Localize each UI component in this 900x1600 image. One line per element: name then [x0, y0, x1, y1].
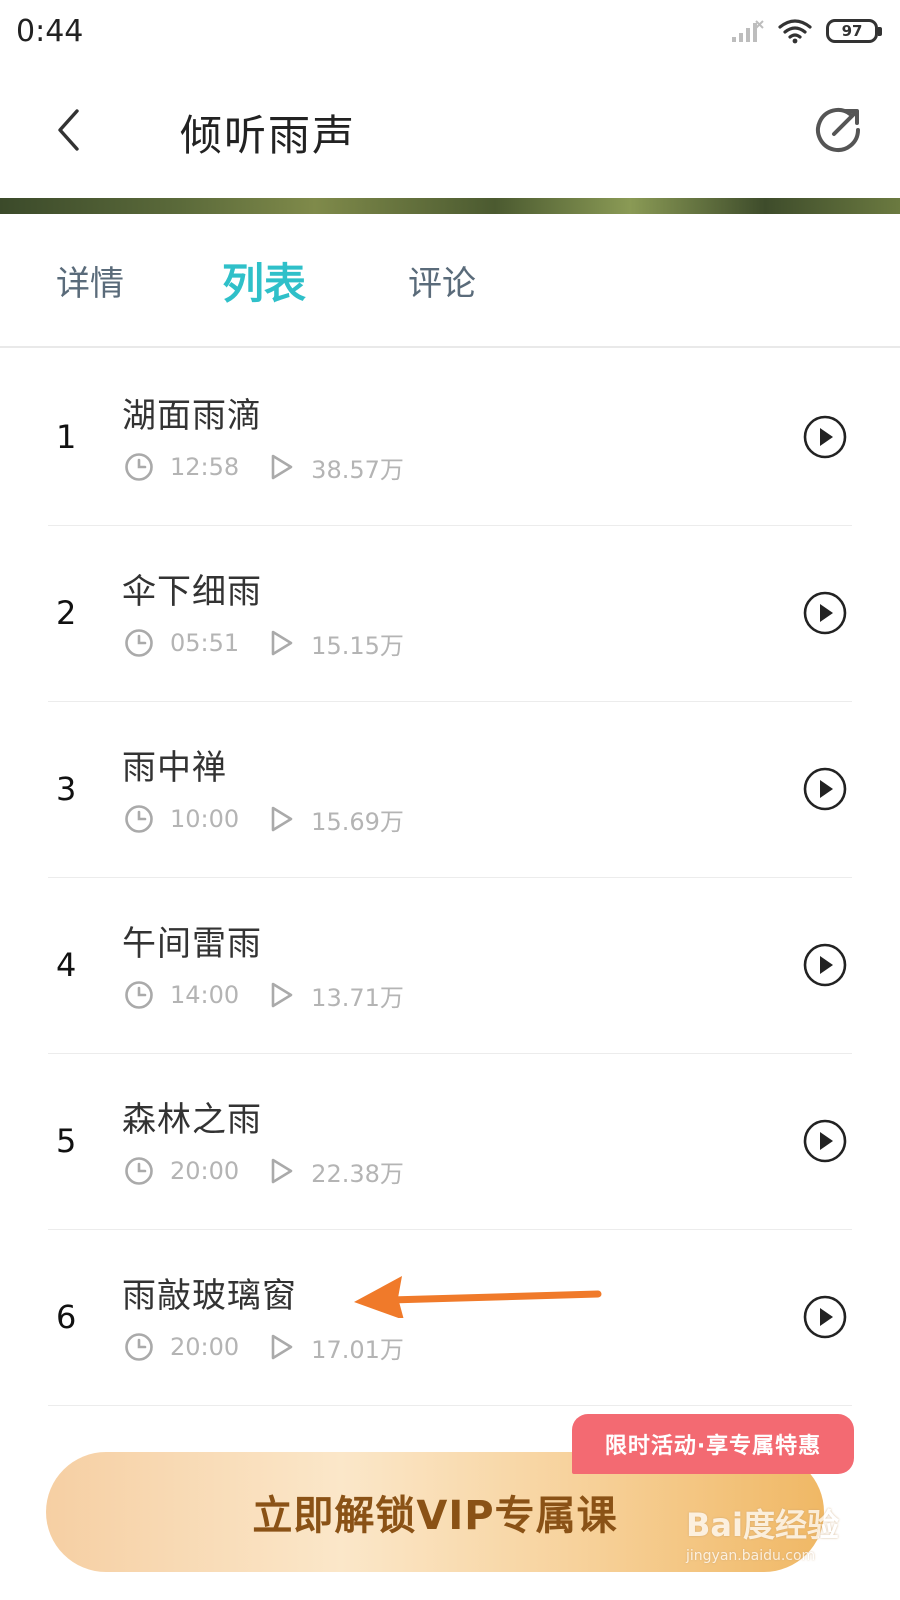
tab-list[interactable]: 列表 — [222, 250, 306, 311]
list-item[interactable]: 2 伞下细雨 05:51 15.15万 — [0, 526, 900, 702]
track-plays: 15.15万 — [311, 631, 404, 660]
track-plays: 38.57万 — [311, 455, 404, 484]
share-button[interactable] — [812, 104, 864, 156]
annotation-arrow-icon — [354, 1276, 602, 1318]
track-title: 雨中禅 — [122, 748, 227, 788]
tab-comments[interactable]: 评论 — [408, 256, 476, 305]
track-duration: 20:00 — [170, 1333, 240, 1361]
share-icon — [816, 108, 860, 152]
list-item[interactable]: 6 雨敲玻璃窗 20:00 17.01万 — [0, 1230, 900, 1406]
unlock-vip-label: 立即解锁VIP专属课 — [252, 1493, 618, 1539]
track-meta: 20:00 17.01万 — [124, 1330, 404, 1364]
track-index: 5 — [56, 1122, 77, 1160]
track-index: 6 — [56, 1298, 77, 1336]
play-button[interactable] — [802, 1294, 848, 1340]
divider — [48, 1405, 852, 1406]
list-item[interactable]: 1 湖面雨滴 12:58 38.57万 — [0, 350, 900, 526]
clock-icon — [125, 981, 153, 1009]
track-duration: 10:00 — [170, 805, 240, 833]
track-duration: 14:00 — [170, 981, 240, 1009]
wifi-icon — [778, 19, 812, 44]
track-title: 雨敲玻璃窗 — [122, 1276, 297, 1316]
status-icons: 97 — [730, 16, 882, 46]
track-title: 湖面雨滴 — [122, 396, 262, 436]
track-index: 4 — [56, 946, 77, 984]
track-meta: 10:00 15.69万 — [124, 802, 404, 836]
play-count-icon — [271, 454, 293, 480]
tab-bar: 详情 列表 评论 — [0, 214, 900, 348]
track-title: 午间雷雨 — [122, 924, 262, 964]
play-count-icon — [271, 806, 293, 832]
track-duration: 12:58 — [170, 453, 240, 481]
status-time: 0:44 — [16, 14, 84, 49]
track-plays: 15.69万 — [311, 807, 404, 836]
track-index: 2 — [56, 594, 77, 632]
track-duration: 05:51 — [170, 629, 240, 657]
cover-image-strip — [0, 198, 900, 214]
list-item[interactable]: 4 午间雷雨 14:00 13.71万 — [0, 878, 900, 1054]
watermark-url: jingyan.baidu.com — [686, 1548, 816, 1564]
battery-level: 97 — [841, 22, 863, 40]
play-button[interactable] — [802, 414, 848, 460]
list-item[interactable]: 5 森林之雨 20:00 22.38万 — [0, 1054, 900, 1230]
battery-icon: 97 — [826, 19, 882, 43]
watermark-logo: Bai度经验 — [686, 1506, 839, 1544]
track-meta: 20:00 22.38万 — [124, 1154, 404, 1188]
promo-tag: 限时活动·享专属特惠 — [572, 1414, 854, 1474]
status-bar: 0:44 97 — [0, 0, 900, 62]
nav-bar: 倾听雨声 — [0, 62, 900, 198]
play-count-icon — [271, 982, 293, 1008]
clock-icon — [125, 453, 153, 481]
clock-icon — [125, 1333, 153, 1361]
signal-icon — [732, 20, 764, 42]
chevron-left-icon — [58, 109, 79, 151]
track-plays: 17.01万 — [311, 1335, 404, 1364]
play-button[interactable] — [802, 590, 848, 636]
play-button[interactable] — [802, 1118, 848, 1164]
play-button[interactable] — [802, 766, 848, 812]
play-count-icon — [271, 1158, 293, 1184]
track-meta: 05:51 15.15万 — [124, 626, 404, 660]
back-button[interactable] — [48, 104, 88, 156]
track-list: 1 湖面雨滴 12:58 38.57万 2 伞下细雨 05:51 15.15万 … — [0, 350, 900, 1406]
list-item[interactable]: 3 雨中禅 10:00 15.69万 — [0, 702, 900, 878]
baidu-watermark: Bai度经验 jingyan.baidu.com — [686, 1500, 856, 1570]
promo-tag-label: 限时活动·享专属特惠 — [604, 1434, 822, 1459]
track-duration: 20:00 — [170, 1157, 240, 1185]
track-title: 森林之雨 — [122, 1100, 262, 1140]
track-plays: 22.38万 — [311, 1159, 404, 1188]
track-meta: 12:58 38.57万 — [124, 450, 404, 484]
track-index: 1 — [56, 418, 77, 456]
clock-icon — [125, 805, 153, 833]
play-count-icon — [271, 1334, 293, 1360]
play-button[interactable] — [802, 942, 848, 988]
track-meta: 14:00 13.71万 — [124, 978, 404, 1012]
clock-icon — [125, 1157, 153, 1185]
track-plays: 13.71万 — [311, 983, 404, 1012]
page-title: 倾听雨声 — [180, 111, 357, 160]
clock-icon — [125, 629, 153, 657]
track-index: 3 — [56, 770, 77, 808]
tab-details[interactable]: 详情 — [56, 256, 124, 305]
play-count-icon — [271, 630, 293, 656]
track-title: 伞下细雨 — [122, 572, 262, 612]
